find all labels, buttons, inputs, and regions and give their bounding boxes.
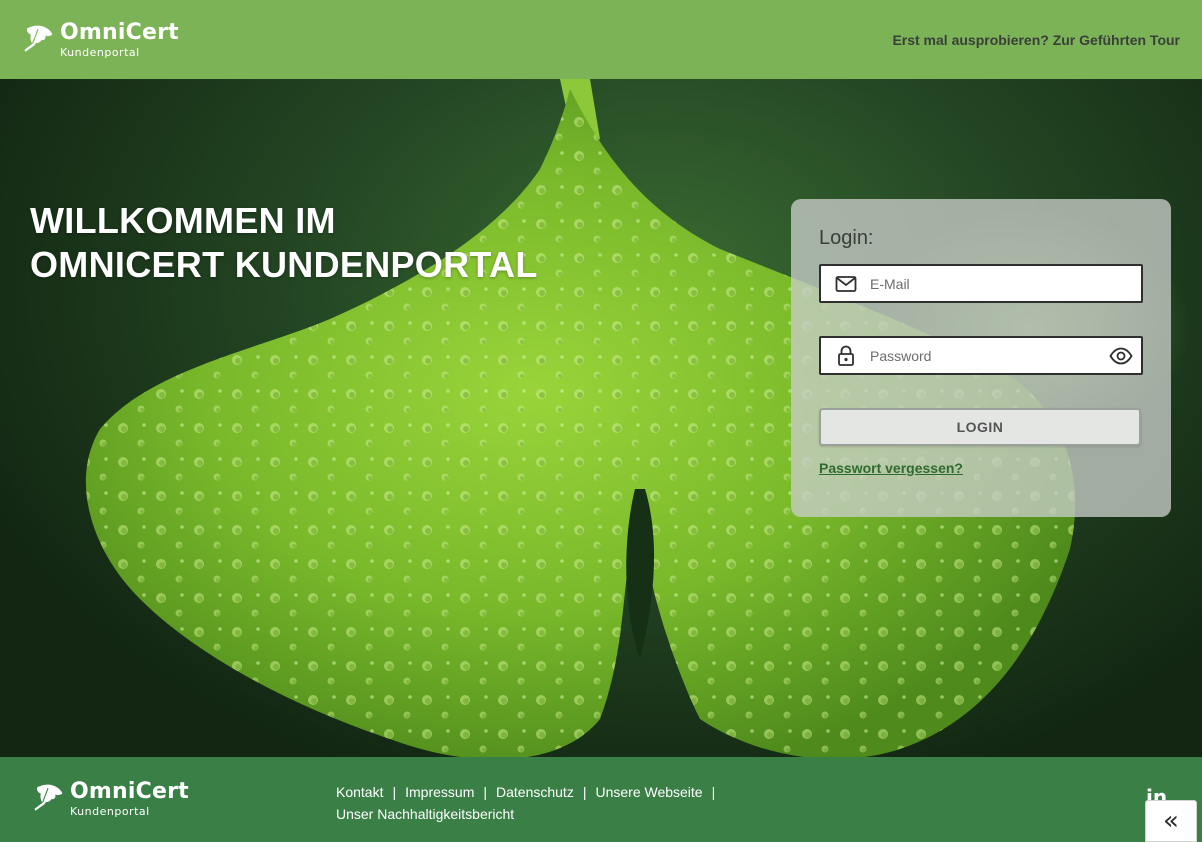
footer-link-kontakt[interactable]: Kontakt	[336, 784, 383, 800]
email-input[interactable]	[870, 275, 1090, 292]
lock-icon	[835, 345, 857, 367]
welcome-heading-line1: WILLKOMMEN IM	[30, 200, 336, 241]
header-logo[interactable]: OmniCert Kundenportal	[20, 19, 179, 59]
forgot-password-link[interactable]: Passwort vergessen?	[819, 460, 963, 476]
double-chevron-left-icon[interactable]: «	[1145, 800, 1197, 842]
logo-name: OmniCert	[60, 19, 179, 45]
welcome-heading-line2: OMNICERT KUNDENPORTAL	[30, 244, 538, 285]
footer-separator: |	[582, 784, 587, 800]
page-footer: OmniCert Kundenportal Kontakt | Impressum |…	[0, 757, 1202, 842]
ginkgo-leaf-icon	[24, 25, 53, 52]
footer-separator: |	[711, 784, 716, 800]
login-title: Login:	[819, 227, 874, 249]
footer-link-datenschutz[interactable]: Datenschutz	[496, 784, 574, 800]
email-field-wrapper	[819, 264, 1143, 303]
login-button[interactable]: LOGIN	[819, 408, 1141, 446]
footer-link-impressum[interactable]: Impressum	[405, 784, 474, 800]
password-field-wrapper	[819, 336, 1143, 375]
hero-section: WILLKOMMEN IM OMNICERT KUNDENPORTAL Logi…	[0, 79, 1202, 757]
logo-subtitle: Kundenportal	[60, 45, 140, 59]
footer-link-webseite[interactable]: Unsere Webseite	[595, 784, 702, 800]
footer-separator: |	[483, 784, 487, 800]
footer-logo-subtitle: Kundenportal	[70, 805, 150, 818]
welcome-heading: WILLKOMMEN IM OMNICERT KUNDENPORTAL	[30, 199, 538, 287]
footer-link-nachhaltigkeitsbericht[interactable]: Unser Nachhaltigkeitsbericht	[336, 806, 514, 822]
footer-nav: Kontakt | Impressum | Datenschutz | Unsere Web…	[336, 781, 756, 825]
password-input[interactable]	[870, 347, 1090, 364]
footer-logo-name: OmniCert	[70, 779, 189, 804]
footer-separator: |	[392, 784, 397, 800]
top-header: OmniCert Kundenportal Erst mal ausprobie…	[0, 0, 1202, 79]
footer-logo[interactable]: OmniCert Kundenportal	[30, 781, 189, 817]
mail-icon	[835, 273, 857, 295]
login-card: Login: E-Mail LOGIN Passwort vergessen?	[791, 199, 1171, 517]
ginkgo-leaf-icon	[34, 784, 63, 811]
guided-tour-link[interactable]: Erst mal ausprobieren? Zur Geführten Tou…	[892, 32, 1180, 48]
eye-icon[interactable]	[1109, 345, 1133, 367]
